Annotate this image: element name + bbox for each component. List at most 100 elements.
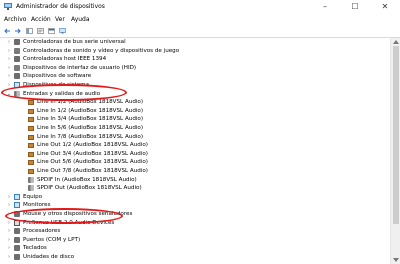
properties-button[interactable] <box>36 27 45 35</box>
chevron-right-icon[interactable]: › <box>6 56 12 62</box>
tree-row[interactable]: ⌄ Entradas y salidas de audio <box>6 90 386 98</box>
software-device-icon <box>14 73 20 80</box>
properties-icon <box>37 28 44 34</box>
audio-line-icon <box>28 134 34 140</box>
chevron-right-icon[interactable]: › <box>6 211 12 217</box>
window-title: Administrador de dispositivos <box>16 3 105 10</box>
ieee1394-icon <box>14 56 20 63</box>
tree-row-label: SPDIF In (AudioBox 1818VSL Audio) <box>37 176 137 183</box>
tree-row[interactable]: › Controladoras de bus serie universal <box>6 38 386 46</box>
tree-view-icon <box>26 28 33 34</box>
speaker-icon <box>28 185 34 192</box>
audio-line-icon <box>28 117 34 123</box>
chevron-right-icon[interactable]: › <box>6 254 12 260</box>
scroll-down-arrow-icon[interactable] <box>393 258 399 262</box>
tree-row-label: Dispositivos de software <box>23 73 92 80</box>
chevron-down-icon[interactable]: ⌄ <box>6 91 12 97</box>
mouse-icon <box>14 211 20 217</box>
minimize-button[interactable]: – <box>310 0 340 14</box>
tree-row[interactable]: › Controladoras host IEEE 1394 <box>6 55 386 63</box>
tree-row[interactable]: › Dispositivos de sistema <box>6 81 386 89</box>
tree-row-label: Line In 3/4 (AudioBox 1818VSL Audio) <box>37 116 144 123</box>
menu-accion[interactable]: Acción <box>31 16 51 23</box>
chevron-right-icon[interactable]: › <box>6 228 12 234</box>
tree-row[interactable]: SPDIF In (AudioBox 1818VSL Audio) <box>6 176 386 184</box>
menu-ayuda[interactable]: Ayuda <box>71 16 90 23</box>
tree-row[interactable]: › Mouse y otros dispositivos señaladores <box>6 210 386 218</box>
audio-line-icon <box>28 151 34 157</box>
maximize-button[interactable]: ☐ <box>340 0 370 14</box>
tree-row[interactable]: Line Out 1/2 (AudioBox 1818VSL Audio) <box>6 141 386 149</box>
system-device-icon <box>14 82 20 88</box>
help-button[interactable] <box>47 27 56 35</box>
tree-row[interactable]: › Procesadores <box>6 227 386 235</box>
chevron-right-icon[interactable]: › <box>6 73 12 79</box>
tree-row-label: Line Out 7/8 (AudioBox 1818VSL Audio) <box>37 168 148 174</box>
arrow-left-icon <box>4 28 10 34</box>
scroll-thumb[interactable] <box>393 46 399 224</box>
hid-icon <box>14 64 20 71</box>
port-icon <box>14 236 20 243</box>
close-button[interactable]: ✕ <box>370 0 400 14</box>
tree-row[interactable]: Line Out 3/4 (AudioBox 1818VSL Audio) <box>6 150 386 158</box>
tree-row-label: Line Out 5/6 (AudioBox 1818VSL Audio) <box>37 159 148 166</box>
tree-row[interactable]: › Dispositivos de interfaz de usuario (HI… <box>6 64 386 72</box>
sound-icon <box>14 47 20 54</box>
keyboard-icon <box>14 245 20 252</box>
tree-row[interactable]: Line In 1/2 (AudioBox 1818VSL Audio) <box>6 107 386 115</box>
tree-row[interactable]: Line Out 7/8 (AudioBox 1818VSL Audio) <box>6 167 386 175</box>
tree-row[interactable]: › Teclados <box>6 244 386 252</box>
tree-row[interactable]: Line Out 5/6 (AudioBox 1818VSL Audio) <box>6 158 386 166</box>
audio-line-icon <box>28 108 34 114</box>
scroll-up-arrow-icon[interactable] <box>393 40 399 44</box>
chevron-right-icon[interactable]: › <box>6 245 12 251</box>
back-button[interactable] <box>3 27 12 35</box>
chevron-right-icon[interactable]: › <box>6 39 12 45</box>
audio-line-icon <box>28 143 34 149</box>
tree-row-label: Line In 1/2 (AudioBox 1818VSL Audio) <box>37 107 144 114</box>
tree-row[interactable]: › Controladoras de sonido y vídeo y dispo… <box>6 47 386 55</box>
tree-row-label: Controladoras de sonido y vídeo y dispos… <box>23 47 180 54</box>
vertical-scrollbar[interactable] <box>390 38 400 264</box>
tree-row[interactable]: › Unidades de disco <box>6 253 386 261</box>
audio-line-icon <box>28 169 34 174</box>
processor-icon <box>14 228 20 235</box>
help-icon <box>48 28 55 34</box>
chevron-right-icon[interactable]: › <box>6 237 12 243</box>
tree-row[interactable]: › Puertos (COM y LPT) <box>6 236 386 244</box>
device-manager-app-icon <box>4 3 12 10</box>
tree-row[interactable]: Line In 5/6 (AudioBox 1818VSL Audio) <box>6 124 386 132</box>
menu-archivo[interactable]: Archivo <box>4 16 26 23</box>
tree-row-label: Controladoras host IEEE 1394 <box>23 56 107 63</box>
menu-ver[interactable]: Ver <box>55 16 65 23</box>
tree-row[interactable]: › Equipo <box>6 193 386 201</box>
tree-row[interactable]: › PreSonus USB 2.0 Audio Devices <box>6 219 386 227</box>
chevron-right-icon[interactable]: › <box>6 202 12 208</box>
tree-row-label: Procesadores <box>23 228 61 235</box>
tree-row[interactable]: Line In 3/4 (AudioBox 1818VSL Audio) <box>6 115 386 123</box>
tree-row[interactable]: › Dispositivos de software <box>6 72 386 80</box>
tree-row-label: Equipo <box>23 193 43 200</box>
show-hide-tree-button[interactable] <box>25 27 34 35</box>
forward-button[interactable] <box>13 27 22 35</box>
chevron-right-icon[interactable]: › <box>6 220 12 226</box>
toolbar <box>0 25 400 38</box>
chevron-right-icon[interactable]: › <box>6 65 12 71</box>
computer-icon <box>14 193 20 200</box>
chevron-right-icon[interactable]: › <box>6 48 12 54</box>
tree-row[interactable]: Line In 7/8 (AudioBox 1818VSL Audio) <box>6 133 386 141</box>
arrow-right-icon <box>15 28 21 34</box>
monitor-scan-icon <box>59 28 66 34</box>
tree-row[interactable]: Line In 1/2 (AudioBox 1818VSL Audio) <box>6 98 386 106</box>
tree-row[interactable]: › Monitores <box>6 201 386 209</box>
audio-line-icon <box>28 100 34 106</box>
chevron-right-icon[interactable]: › <box>6 194 12 200</box>
tree-row-label: Line In 1/2 (AudioBox 1818VSL Audio) <box>37 99 144 106</box>
disk-icon <box>14 254 20 260</box>
tree-row-label: Unidades de disco <box>23 254 75 260</box>
tree-row-label: Line In 5/6 (AudioBox 1818VSL Audio) <box>37 125 144 131</box>
scan-hardware-button[interactable] <box>58 27 67 35</box>
tree-row[interactable]: SPDIF Out (AudioBox 1818VSL Audio) <box>6 184 386 192</box>
tree-row-label: Line In 7/8 (AudioBox 1818VSL Audio) <box>37 133 144 140</box>
chevron-right-icon[interactable]: › <box>6 82 12 88</box>
